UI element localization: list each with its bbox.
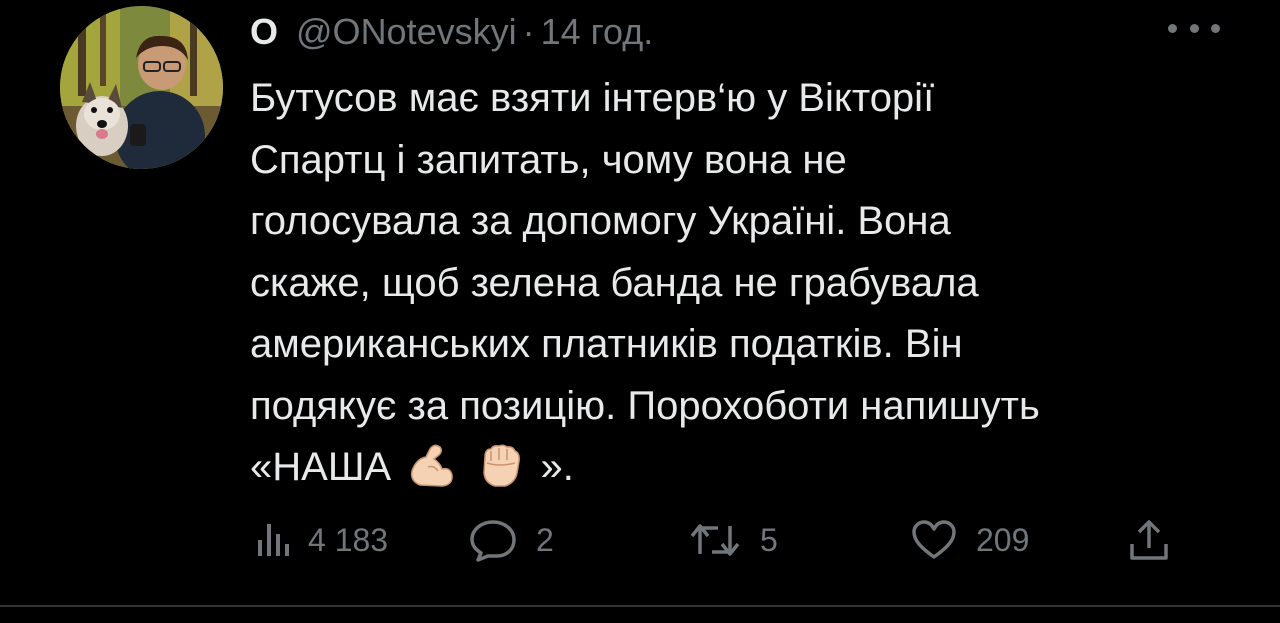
- views-icon: [258, 524, 289, 556]
- raised-fist-emoji: [483, 444, 521, 487]
- flexed-biceps-emoji: [411, 444, 454, 487]
- more-icon[interactable]: [1168, 18, 1220, 38]
- user-handle[interactable]: @ONotevskyi: [296, 10, 517, 54]
- like-icon: [912, 520, 956, 559]
- timestamp[interactable]: 14 год.: [541, 10, 654, 54]
- views-count: 4 183: [308, 521, 389, 558]
- tweet-line: скаже, щоб зелена банда не грабувала: [250, 260, 979, 305]
- tweet-line: подякує за позицію. Порохоботи напишуть: [250, 383, 1040, 428]
- like-button[interactable]: 209: [910, 512, 1029, 568]
- more-dot: [1168, 23, 1177, 33]
- tweet-line: Бутусов має взяти інтерв‘ю у Вікторії: [250, 76, 935, 120]
- retweet-button[interactable]: 5: [688, 512, 778, 568]
- reply-button[interactable]: 2: [468, 512, 554, 568]
- more-dot: [1211, 23, 1220, 33]
- separator-dot: ·: [522, 11, 535, 52]
- share-button[interactable]: [1128, 512, 1170, 568]
- reply-icon: [470, 520, 516, 562]
- tweet-line: Спартц і запитать, чому вона не: [250, 137, 847, 182]
- tweet-text: Бутусов має взяти інтерв‘ю у Вікторії Сп…: [250, 68, 1240, 499]
- more-dot: [1189, 23, 1199, 33]
- avatar-image: [60, 6, 223, 169]
- views-button[interactable]: 4 183: [256, 512, 388, 568]
- display-name[interactable]: О: [250, 10, 278, 54]
- tweet-last-line-suffix: ».: [540, 445, 574, 489]
- divider: [0, 605, 1280, 607]
- retweet-count: 5: [760, 521, 778, 558]
- reply-count: 2: [536, 521, 554, 558]
- like-count: 209: [976, 521, 1030, 558]
- tweet-line: американських платників податків. Він: [250, 322, 963, 366]
- tweet-actions: 4 183 2 5 209: [250, 512, 1180, 568]
- tweet-last-line: «НАША ».: [250, 437, 1240, 499]
- share-icon: [1130, 520, 1168, 560]
- tweet-line: голосувала за допомогу Україні. Вона: [250, 199, 951, 243]
- retweet-icon: [690, 524, 740, 556]
- tweet-last-line-prefix: «НАША: [250, 445, 392, 489]
- tweet-header: О @ONotevskyi · 14 год.: [250, 10, 653, 54]
- avatar[interactable]: [60, 6, 223, 169]
